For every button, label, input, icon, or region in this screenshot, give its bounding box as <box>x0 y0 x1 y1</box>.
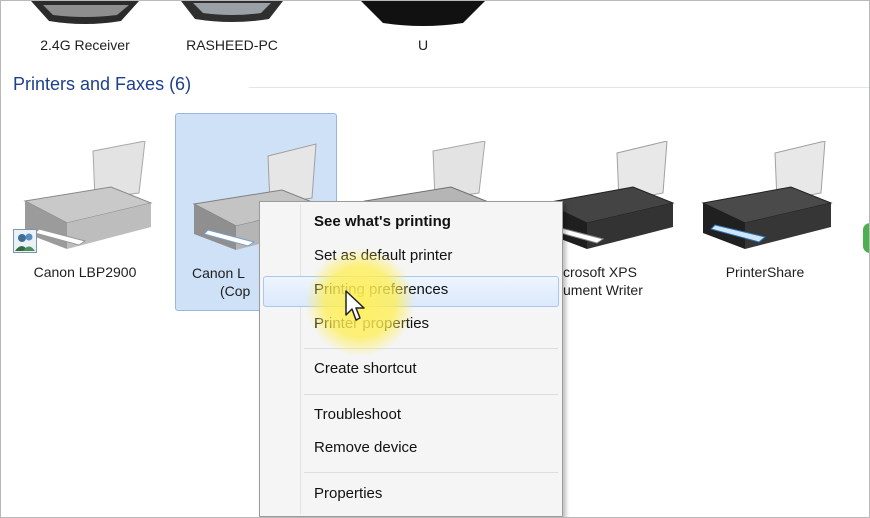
menu-item-properties[interactable]: Properties <box>314 482 382 506</box>
printer-label: Canon LBP2900 <box>33 264 137 280</box>
printer-label: PrinterShare <box>725 264 805 280</box>
computer-icon <box>181 1 283 22</box>
shared-users-icon <box>13 229 37 253</box>
device-icon <box>31 1 139 24</box>
printer-icon <box>701 141 833 249</box>
group-title: Printers and Faxes (6) <box>13 74 192 94</box>
menu-separator <box>304 472 558 473</box>
printer-canon-lbp2900[interactable]: Canon LBP2900 <box>5 113 165 309</box>
device-label: RASHEED-PC <box>186 37 278 53</box>
device-label: 2.4G Receiver <box>40 37 130 53</box>
devices-window: 2.4G Receiver RASHEED-PC U Printers and … <box>0 0 870 518</box>
device-label: U <box>417 37 429 53</box>
group-divider <box>249 87 869 88</box>
device-u[interactable]: U <box>353 1 493 71</box>
device-receiver[interactable]: 2.4G Receiver <box>25 1 145 71</box>
menu-item-troubleshoot[interactable]: Troubleshoot <box>314 403 401 427</box>
menu-item-remove-device[interactable]: Remove device <box>314 436 417 460</box>
printer-printershare[interactable]: PrinterShare <box>685 113 845 309</box>
context-menu: See what's printing Set as default print… <box>259 201 563 517</box>
mouse-pointer-icon <box>345 290 365 321</box>
menu-gutter <box>300 204 301 514</box>
menu-item-see-whats-printing[interactable]: See what's printing <box>314 210 451 234</box>
partial-device-icon <box>863 223 869 253</box>
menu-item-create-shortcut[interactable]: Create shortcut <box>314 357 417 381</box>
device-pc[interactable]: RASHEED-PC <box>177 1 287 71</box>
menu-separator <box>304 394 558 395</box>
device-icon <box>361 1 485 26</box>
